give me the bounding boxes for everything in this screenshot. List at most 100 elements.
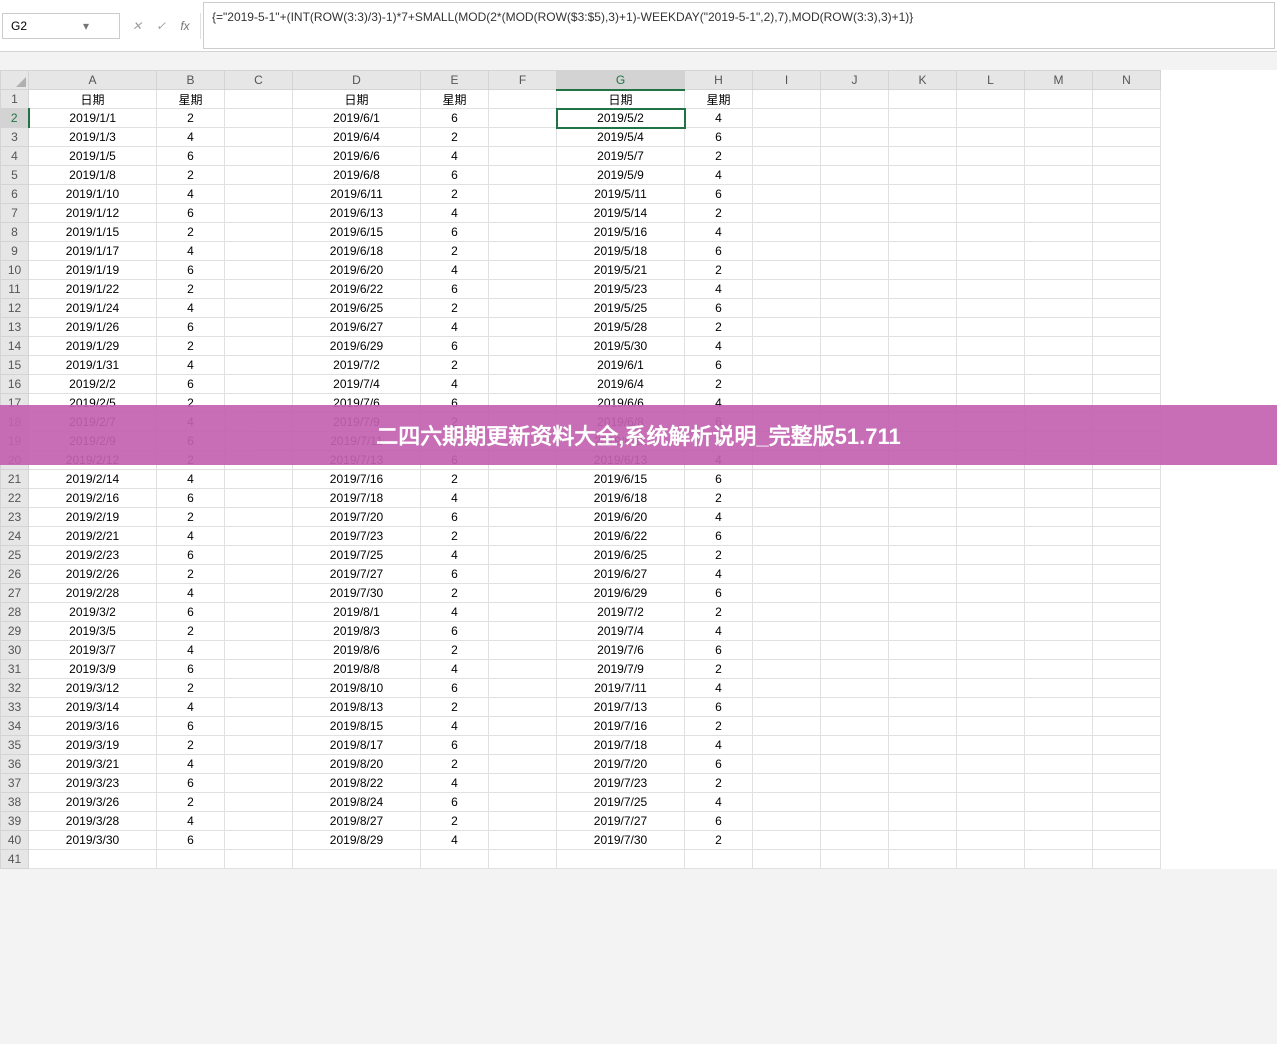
cell-H24[interactable]: 6 bbox=[685, 527, 753, 546]
cell-D34[interactable]: 2019/8/15 bbox=[293, 717, 421, 736]
cell-K7[interactable] bbox=[889, 204, 957, 223]
cell-J5[interactable] bbox=[821, 166, 889, 185]
cell-M25[interactable] bbox=[1025, 546, 1093, 565]
cell-L9[interactable] bbox=[957, 242, 1025, 261]
cell-E16[interactable]: 4 bbox=[421, 375, 489, 394]
cell-J40[interactable] bbox=[821, 831, 889, 850]
cell-H4[interactable]: 2 bbox=[685, 147, 753, 166]
cell-B32[interactable]: 2 bbox=[157, 679, 225, 698]
cell-B39[interactable]: 4 bbox=[157, 812, 225, 831]
cell-N15[interactable] bbox=[1093, 356, 1161, 375]
cell-F17[interactable] bbox=[489, 394, 557, 413]
cell-N24[interactable] bbox=[1093, 527, 1161, 546]
row-header-17[interactable]: 17 bbox=[1, 394, 29, 413]
cell-N5[interactable] bbox=[1093, 166, 1161, 185]
cell-K15[interactable] bbox=[889, 356, 957, 375]
cell-N27[interactable] bbox=[1093, 584, 1161, 603]
cell-J20[interactable] bbox=[821, 451, 889, 470]
cell-G32[interactable]: 2019/7/11 bbox=[557, 679, 685, 698]
cell-B36[interactable]: 4 bbox=[157, 755, 225, 774]
cell-D30[interactable]: 2019/8/6 bbox=[293, 641, 421, 660]
cell-F29[interactable] bbox=[489, 622, 557, 641]
row-header-20[interactable]: 20 bbox=[1, 451, 29, 470]
cell-F12[interactable] bbox=[489, 299, 557, 318]
cell-H2[interactable]: 4 bbox=[685, 109, 753, 128]
cell-F16[interactable] bbox=[489, 375, 557, 394]
cell-A32[interactable]: 2019/3/12 bbox=[29, 679, 157, 698]
cell-K40[interactable] bbox=[889, 831, 957, 850]
cell-E24[interactable]: 2 bbox=[421, 527, 489, 546]
cell-G41[interactable] bbox=[557, 850, 685, 869]
cell-M29[interactable] bbox=[1025, 622, 1093, 641]
cell-H23[interactable]: 4 bbox=[685, 508, 753, 527]
cell-M21[interactable] bbox=[1025, 470, 1093, 489]
cell-F27[interactable] bbox=[489, 584, 557, 603]
cell-A2[interactable]: 2019/1/1 bbox=[29, 109, 157, 128]
cell-G13[interactable]: 2019/5/28 bbox=[557, 318, 685, 337]
cell-B3[interactable]: 4 bbox=[157, 128, 225, 147]
column-header-I[interactable]: I bbox=[753, 71, 821, 90]
cell-F20[interactable] bbox=[489, 451, 557, 470]
row-header-26[interactable]: 26 bbox=[1, 565, 29, 584]
column-header-K[interactable]: K bbox=[889, 71, 957, 90]
cell-K10[interactable] bbox=[889, 261, 957, 280]
cell-E19[interactable]: 4 bbox=[421, 432, 489, 451]
row-header-15[interactable]: 15 bbox=[1, 356, 29, 375]
cell-M31[interactable] bbox=[1025, 660, 1093, 679]
cell-A14[interactable]: 2019/1/29 bbox=[29, 337, 157, 356]
cell-J38[interactable] bbox=[821, 793, 889, 812]
cell-E11[interactable]: 6 bbox=[421, 280, 489, 299]
cell-N32[interactable] bbox=[1093, 679, 1161, 698]
cell-M17[interactable] bbox=[1025, 394, 1093, 413]
cell-E18[interactable]: 2 bbox=[421, 413, 489, 432]
cell-I11[interactable] bbox=[753, 280, 821, 299]
cell-E37[interactable]: 4 bbox=[421, 774, 489, 793]
cell-I39[interactable] bbox=[753, 812, 821, 831]
cell-G12[interactable]: 2019/5/25 bbox=[557, 299, 685, 318]
cell-G34[interactable]: 2019/7/16 bbox=[557, 717, 685, 736]
cell-D8[interactable]: 2019/6/15 bbox=[293, 223, 421, 242]
cell-K29[interactable] bbox=[889, 622, 957, 641]
cell-L17[interactable] bbox=[957, 394, 1025, 413]
cell-N39[interactable] bbox=[1093, 812, 1161, 831]
cell-N28[interactable] bbox=[1093, 603, 1161, 622]
cell-K14[interactable] bbox=[889, 337, 957, 356]
cell-K41[interactable] bbox=[889, 850, 957, 869]
cell-B15[interactable]: 4 bbox=[157, 356, 225, 375]
cell-A40[interactable]: 2019/3/30 bbox=[29, 831, 157, 850]
cell-H18[interactable]: 6 bbox=[685, 413, 753, 432]
cell-F38[interactable] bbox=[489, 793, 557, 812]
cell-H15[interactable]: 6 bbox=[685, 356, 753, 375]
cell-G1[interactable]: 日期 bbox=[557, 90, 685, 109]
cell-G17[interactable]: 2019/6/6 bbox=[557, 394, 685, 413]
cell-C31[interactable] bbox=[225, 660, 293, 679]
cell-K19[interactable] bbox=[889, 432, 957, 451]
cell-N21[interactable] bbox=[1093, 470, 1161, 489]
cell-H29[interactable]: 4 bbox=[685, 622, 753, 641]
cell-B9[interactable]: 4 bbox=[157, 242, 225, 261]
cell-E13[interactable]: 4 bbox=[421, 318, 489, 337]
cell-D27[interactable]: 2019/7/30 bbox=[293, 584, 421, 603]
cell-L40[interactable] bbox=[957, 831, 1025, 850]
cell-E27[interactable]: 2 bbox=[421, 584, 489, 603]
cell-L20[interactable] bbox=[957, 451, 1025, 470]
cell-N26[interactable] bbox=[1093, 565, 1161, 584]
cell-H19[interactable]: 2 bbox=[685, 432, 753, 451]
cell-F7[interactable] bbox=[489, 204, 557, 223]
cell-J35[interactable] bbox=[821, 736, 889, 755]
column-header-L[interactable]: L bbox=[957, 71, 1025, 90]
cell-B33[interactable]: 4 bbox=[157, 698, 225, 717]
cell-B22[interactable]: 6 bbox=[157, 489, 225, 508]
cell-A23[interactable]: 2019/2/19 bbox=[29, 508, 157, 527]
cell-J17[interactable] bbox=[821, 394, 889, 413]
cell-N1[interactable] bbox=[1093, 90, 1161, 109]
row-header-31[interactable]: 31 bbox=[1, 660, 29, 679]
cell-E14[interactable]: 6 bbox=[421, 337, 489, 356]
cell-L24[interactable] bbox=[957, 527, 1025, 546]
cell-M36[interactable] bbox=[1025, 755, 1093, 774]
cell-B19[interactable]: 6 bbox=[157, 432, 225, 451]
cell-J15[interactable] bbox=[821, 356, 889, 375]
cell-L36[interactable] bbox=[957, 755, 1025, 774]
cell-C21[interactable] bbox=[225, 470, 293, 489]
cell-G33[interactable]: 2019/7/13 bbox=[557, 698, 685, 717]
